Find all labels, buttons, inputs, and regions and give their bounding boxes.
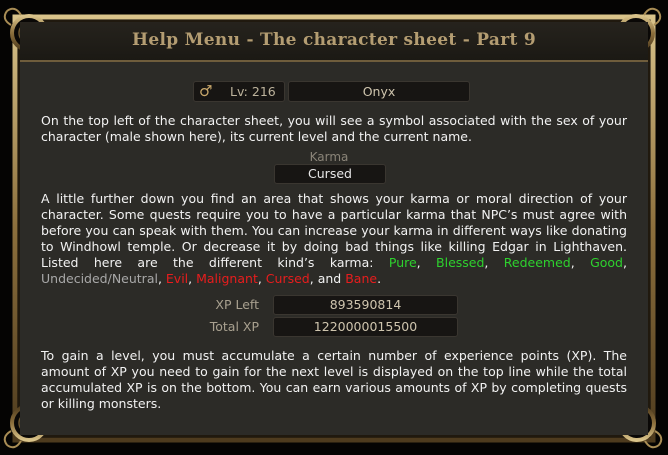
karma-type-pure: Pure: [388, 255, 417, 270]
and-word: and: [317, 271, 342, 286]
character-name: Onyx: [362, 84, 396, 99]
karma-type-neutral: Undecided/Neutral: [41, 271, 158, 286]
total-xp-label: Total XP: [209, 319, 259, 334]
paragraph-sex-level-name: On the top left of the character sheet, …: [41, 113, 627, 144]
xp-left-box: 893590814: [273, 295, 458, 315]
paragraph-karma: A little further down you find an area t…: [41, 191, 627, 286]
xp-left-value: 893590814: [329, 297, 402, 312]
level-label: Lv: 216: [230, 84, 276, 99]
total-xp-value: 1220000015500: [313, 319, 418, 334]
karma-type-blessed: Blessed: [436, 255, 485, 270]
karma-label: Karma: [309, 150, 349, 164]
close-corner-button[interactable]: [606, 18, 662, 70]
karma-value: Cursed: [308, 166, 352, 181]
karma-type-bane: Bane: [345, 271, 378, 286]
paragraph-xp: To gain a level, you must accumulate a c…: [41, 348, 627, 411]
level-box: ♂ Lv: 216: [193, 81, 285, 102]
karma-type-evil: Evil: [165, 271, 189, 286]
window-title: Help Menu - The character sheet - Part 9: [132, 30, 536, 50]
karma-type-cursed: Cursed: [265, 271, 310, 286]
karma-type-redeemed: Redeemed: [503, 255, 571, 270]
xp-left-label: XP Left: [215, 297, 259, 312]
total-xp-box: 1220000015500: [273, 317, 458, 337]
karma-type-malignant: Malignant: [196, 271, 258, 286]
karma-value-box: Cursed: [274, 164, 386, 184]
male-symbol-icon: ♂: [199, 82, 213, 100]
character-name-box: Onyx: [288, 81, 470, 102]
karma-type-good: Good: [590, 255, 623, 270]
